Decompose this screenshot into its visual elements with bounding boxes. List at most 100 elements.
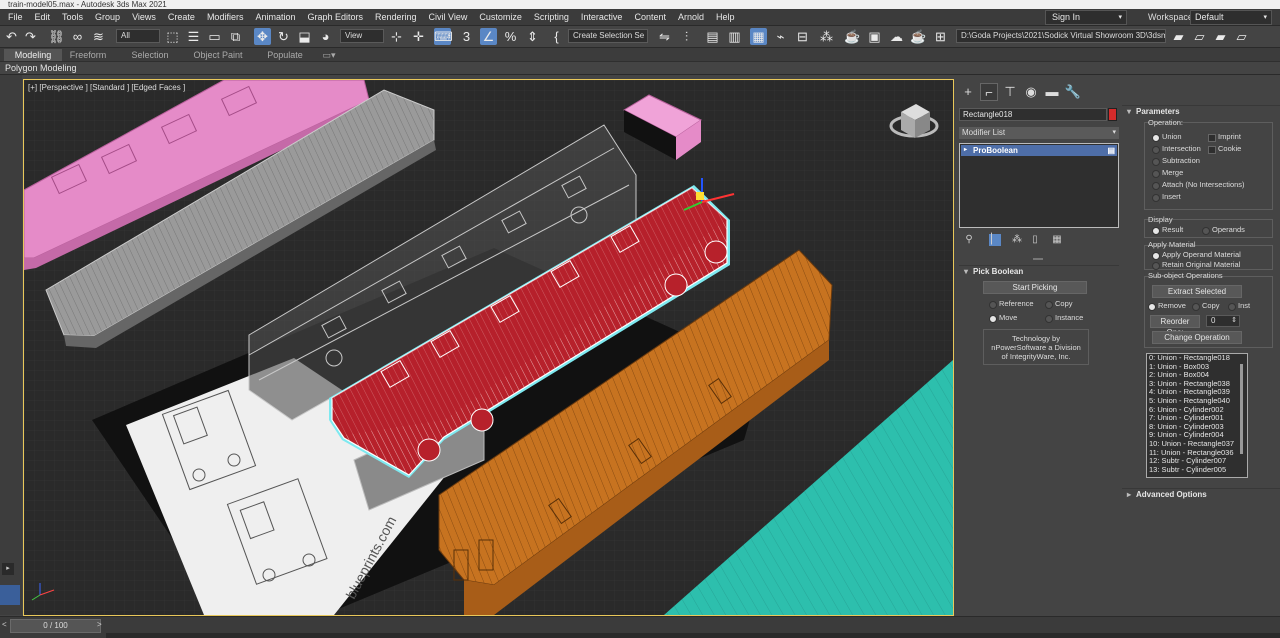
modifier-toggle-icon[interactable]: ▤ — [1107, 145, 1115, 156]
copy-radio[interactable]: Copy — [1045, 299, 1073, 309]
select-object-icon[interactable]: ⬚ — [164, 28, 181, 45]
scene-explorer-icon[interactable]: ▤ — [704, 28, 721, 45]
hierarchy-tab-icon[interactable]: ⊤ — [1001, 83, 1019, 101]
object-color-swatch[interactable] — [1108, 108, 1117, 121]
modify-tab-icon[interactable]: ⌐ — [980, 83, 998, 101]
unlink-icon[interactable]: ∞ — [69, 28, 86, 45]
schematic-view-icon[interactable]: ⊟ — [794, 28, 811, 45]
render-iterative-icon[interactable]: ⊞ — [932, 28, 949, 45]
render-production-icon[interactable]: ☁ — [888, 28, 905, 45]
parameters-title[interactable]: Parameters — [1122, 106, 1280, 118]
menu-content[interactable]: Content — [628, 9, 672, 26]
display-tab-icon[interactable]: ▬ — [1043, 83, 1061, 101]
ribbon-toggle-icon[interactable]: ▦ — [750, 28, 767, 45]
project-path-select[interactable]: D:\Goda Projects\2021\Sodick Virtual Sho… — [956, 29, 1166, 43]
align-icon[interactable]: ⫶ — [678, 28, 695, 45]
union-radio[interactable]: Union — [1152, 132, 1182, 142]
modifier-stack[interactable]: ▸ ProBoolean ▤ — [959, 143, 1119, 228]
remove-modifier-icon[interactable]: ▯ — [1029, 234, 1041, 246]
operations-list[interactable]: 0: Union - Rectangle018 1: Union - Box00… — [1146, 353, 1248, 478]
move-icon[interactable]: ✥ — [254, 28, 271, 45]
operands-radio[interactable]: Operands — [1202, 225, 1245, 235]
redo-icon[interactable]: ↷ — [22, 28, 39, 45]
menu-animation[interactable]: Animation — [249, 9, 301, 26]
menu-group[interactable]: Group — [89, 9, 126, 26]
menu-civil-view[interactable]: Civil View — [423, 9, 474, 26]
bind-space-warp-icon[interactable]: ≋ — [90, 28, 107, 45]
cookie-checkbox[interactable]: Cookie — [1208, 144, 1241, 154]
curve-editor-icon[interactable]: ⌁ — [772, 28, 789, 45]
material-editor-icon[interactable]: ⁂ — [818, 28, 835, 45]
tab-freeform[interactable]: Freeform — [64, 49, 112, 61]
stack-item-proboolean[interactable]: ▸ ProBoolean ▤ — [961, 145, 1117, 156]
create-tab-icon[interactable]: + — [959, 83, 977, 101]
menu-customize[interactable]: Customize — [473, 9, 528, 26]
menu-rendering[interactable]: Rendering — [369, 9, 423, 26]
retain-original-material-radio[interactable]: Retain Original Material — [1152, 260, 1240, 270]
ribbon-options-icon[interactable]: ▭▾ — [318, 49, 340, 61]
spinner-snap-icon[interactable]: ⇕ — [524, 28, 541, 45]
advanced-options-title[interactable]: Advanced Options — [1122, 489, 1280, 501]
render-setup-icon[interactable]: ☕ — [844, 28, 861, 45]
window-crossing-icon[interactable]: ⧉ — [227, 28, 244, 45]
expand-triangle-icon[interactable]: ▸ — [964, 145, 967, 156]
layer-explorer-icon[interactable]: ▥ — [726, 28, 743, 45]
tab-selection[interactable]: Selection — [124, 49, 176, 61]
viewport-label[interactable]: [+] [Perspective ] [Standard ] [Edged Fa… — [28, 83, 185, 92]
tab-modeling[interactable]: Modeling — [4, 49, 62, 61]
list-scrollbar[interactable] — [1240, 364, 1243, 454]
subtraction-radio[interactable]: Subtraction — [1152, 156, 1200, 166]
percent-snap-icon[interactable]: % — [502, 28, 519, 45]
rendered-frame-icon[interactable]: ▣ — [866, 28, 883, 45]
inst-radio[interactable]: Inst — [1228, 301, 1250, 311]
menu-file[interactable]: File — [2, 9, 29, 26]
timeline-track[interactable] — [106, 633, 1280, 638]
save-project-icon[interactable]: ▰ — [1212, 28, 1229, 45]
spinner-arrows-icon[interactable]: ⇕ — [1231, 316, 1237, 326]
edit-named-selection-icon[interactable]: { — [548, 28, 565, 45]
scale-icon[interactable]: ⬓ — [296, 28, 313, 45]
change-operation-button[interactable]: Change Operation — [1152, 331, 1242, 344]
attach-radio[interactable]: Attach (No Intersections) — [1152, 180, 1245, 190]
menu-scripting[interactable]: Scripting — [528, 9, 575, 26]
modifier-list-dropdown[interactable]: Modifier List ▾ — [959, 127, 1119, 139]
rotate-icon[interactable]: ↻ — [275, 28, 292, 45]
polygon-modeling-label[interactable]: Polygon Modeling — [0, 63, 77, 73]
utilities-tab-icon[interactable]: 🔧 — [1064, 83, 1082, 101]
instance-radio[interactable]: Instance — [1045, 313, 1083, 323]
pin-stack-icon[interactable]: ⚲ — [963, 234, 975, 246]
insert-radio[interactable]: Insert — [1152, 192, 1181, 202]
mirror-icon[interactable]: ⇋ — [656, 28, 673, 45]
place-icon[interactable]: ◕ — [317, 28, 334, 45]
menu-help[interactable]: Help — [710, 9, 741, 26]
merge-radio[interactable]: Merge — [1152, 168, 1183, 178]
angle-snap-icon[interactable]: ∠ — [480, 28, 497, 45]
menu-tools[interactable]: Tools — [56, 9, 89, 26]
menu-modifiers[interactable]: Modifiers — [201, 9, 250, 26]
pick-boolean-title[interactable]: Pick Boolean — [959, 266, 1119, 278]
menu-arnold[interactable]: Arnold — [672, 9, 710, 26]
menu-views[interactable]: Views — [126, 9, 162, 26]
menu-graph-editors[interactable]: Graph Editors — [301, 9, 369, 26]
list-item[interactable]: 13: Subtr - Cylinder005 — [1147, 465, 1247, 475]
tab-object-paint[interactable]: Object Paint — [190, 49, 246, 61]
remove-radio[interactable]: Remove — [1148, 301, 1186, 311]
selection-filter-select[interactable]: All — [116, 29, 160, 43]
snaps-toggle-icon[interactable]: 3 — [458, 28, 475, 45]
project-folder-icon[interactable]: ▰ — [1170, 28, 1187, 45]
extract-selected-button[interactable]: Extract Selected — [1152, 285, 1242, 298]
configure-sets-icon[interactable]: ▦ — [1051, 234, 1063, 246]
menu-create[interactable]: Create — [162, 9, 201, 26]
rect-selection-icon[interactable]: ▭ — [206, 28, 223, 45]
motion-tab-icon[interactable]: ◉ — [1022, 83, 1040, 101]
open-project-icon[interactable]: ▱ — [1191, 28, 1208, 45]
make-unique-icon[interactable]: ⁂ — [1011, 234, 1023, 246]
render-cloud-icon[interactable]: ☕ — [910, 28, 927, 45]
copy-op-radio[interactable]: Copy — [1192, 301, 1220, 311]
sign-in-dropdown[interactable]: Sign In ▾ — [1045, 10, 1127, 25]
show-end-result-icon[interactable]: ▏ — [989, 234, 1001, 246]
pivot-center-icon[interactable]: ⊹ — [388, 28, 405, 45]
prev-frame-icon[interactable]: < — [2, 620, 7, 629]
reference-radio[interactable]: Reference — [989, 299, 1034, 309]
menu-edit[interactable]: Edit — [29, 9, 57, 26]
